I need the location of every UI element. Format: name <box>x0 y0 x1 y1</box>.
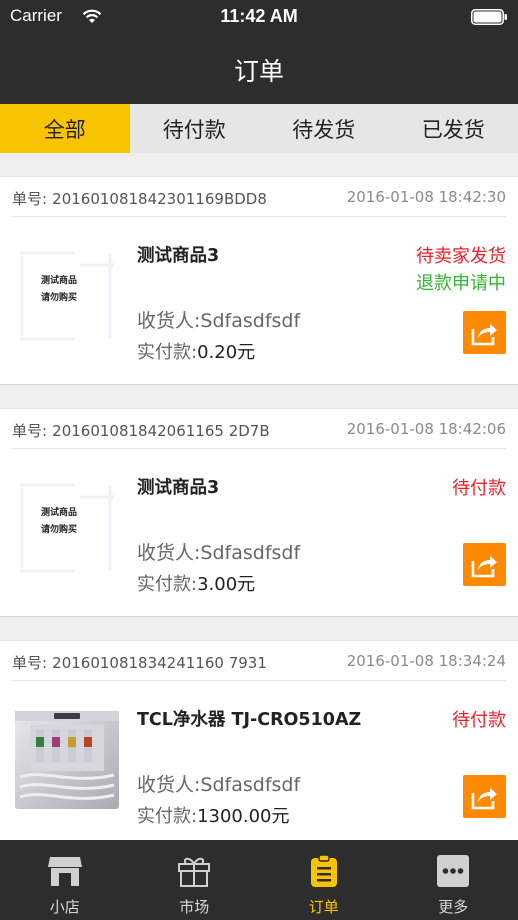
order-number-value: 201601081842061165 2D7B <box>52 422 270 440</box>
order-status: 待付款 <box>452 478 506 499</box>
thumbnail-text-line: 请勿购买 <box>40 293 77 303</box>
product-name[interactable]: TCL净水器 TJ-CRO510AZ <box>137 706 361 731</box>
order-header: 单号: 201601081842061165 2D7B 2016-01-08 1… <box>12 409 506 449</box>
tab-pending-shipment[interactable]: 待发货 <box>259 104 389 153</box>
order-status: 待卖家发货 <box>416 246 506 267</box>
paid-label: 实付款: <box>137 574 198 595</box>
receiver-name: Sdfasdfsdf <box>200 310 301 332</box>
receiver-label: 收货人: <box>137 310 201 332</box>
order-time: 2016-01-08 18:42:30 <box>346 188 506 206</box>
receiver-name: Sdfasdfsdf <box>200 542 301 564</box>
order-card[interactable]: 单号: 201601081842061165 2D7B 2016-01-08 1… <box>0 408 518 617</box>
paid-line: 实付款:3.00元 <box>137 570 255 596</box>
thumbnail-text-line: 请勿购买 <box>40 525 77 535</box>
tabbar-label: 市场 <box>179 898 210 916</box>
order-number-label: 单号: <box>12 654 48 672</box>
order-number: 单号: 201601081842061165 2D7B <box>12 420 270 441</box>
tabbar-label: 更多 <box>438 898 469 916</box>
product-name[interactable]: 测试商品3 <box>137 474 219 499</box>
app-root: Carrier 11:42 AM 订单 全部 待付款 待发货 已发货 单号: 2… <box>0 0 518 920</box>
tab-shipped[interactable]: 已发货 <box>389 104 518 153</box>
receiver-line: 收货人:Sdfasdfsdf <box>137 538 300 565</box>
order-time: 2016-01-08 18:34:24 <box>346 652 506 670</box>
receiver-name: Sdfasdfsdf <box>200 774 301 796</box>
order-header: 单号: 201601081842301169BDD8 2016-01-08 18… <box>12 177 506 217</box>
battery-icon <box>471 9 507 25</box>
product-thumbnail[interactable]: 测试商品 请勿购买 <box>14 243 120 349</box>
bottom-tab-bar: 小店 市场 订单 更多 <box>0 840 518 920</box>
more-icon <box>437 855 470 887</box>
share-button[interactable] <box>463 775 506 818</box>
tabbar-item-market[interactable]: 市场 <box>130 840 260 920</box>
product-name[interactable]: 测试商品3 <box>137 242 219 267</box>
gift-icon <box>178 857 211 887</box>
status-time: 11:42 AM <box>220 6 298 26</box>
clipboard-icon <box>310 854 337 887</box>
share-icon <box>471 555 497 577</box>
tabbar-item-store[interactable]: 小店 <box>0 840 130 920</box>
product-thumbnail[interactable]: 测试商品 请勿购买 <box>14 475 120 581</box>
order-number-value: 201601081834241160 7931 <box>52 654 267 672</box>
page-title: 订单 <box>233 57 284 86</box>
water-purifier-image <box>15 711 119 809</box>
paid-line: 实付款:0.20元 <box>137 338 255 364</box>
share-icon <box>471 787 497 809</box>
order-number: 单号: 201601081834241160 7931 <box>12 652 267 673</box>
paid-amount: 0.20元 <box>197 342 256 363</box>
receiver-label: 收货人: <box>137 774 201 796</box>
tabbar-label: 小店 <box>49 898 80 916</box>
share-button[interactable] <box>463 543 506 586</box>
thumbnail-text-line: 测试商品 <box>40 508 77 518</box>
product-thumbnail[interactable] <box>14 707 120 813</box>
order-number-label: 单号: <box>12 190 48 208</box>
header: Carrier 11:42 AM 订单 <box>0 0 518 104</box>
order-number-label: 单号: <box>12 422 48 440</box>
paid-label: 实付款: <box>137 342 198 363</box>
tabbar-item-orders[interactable]: 订单 <box>259 840 389 920</box>
order-number: 单号: 201601081842301169BDD8 <box>12 188 267 209</box>
refund-status: 退款申请中 <box>416 273 506 294</box>
order-number-value: 201601081842301169BDD8 <box>52 190 267 208</box>
share-button[interactable] <box>463 311 506 354</box>
order-header: 单号: 201601081834241160 7931 2016-01-08 1… <box>12 641 506 681</box>
paid-line: 实付款:1300.00元 <box>137 802 290 828</box>
tab-pending-payment[interactable]: 待付款 <box>130 104 260 153</box>
tab-all[interactable]: 全部 <box>0 104 130 153</box>
paid-amount: 3.00元 <box>197 574 256 595</box>
paid-amount: 1300.00元 <box>197 806 290 827</box>
status-bar: Carrier 11:42 AM <box>0 0 518 34</box>
tabbar-item-more[interactable]: 更多 <box>389 840 518 920</box>
paid-label: 实付款: <box>137 806 198 827</box>
receiver-line: 收货人:Sdfasdfsdf <box>137 306 300 333</box>
receiver-line: 收货人:Sdfasdfsdf <box>137 770 300 797</box>
order-status: 待付款 <box>452 710 506 731</box>
store-icon <box>47 857 82 886</box>
receiver-label: 收货人: <box>137 542 201 564</box>
order-filter-tabs: 全部 待付款 待发货 已发货 <box>0 104 518 153</box>
share-icon <box>471 323 497 345</box>
order-card[interactable]: 单号: 201601081842301169BDD8 2016-01-08 18… <box>0 176 518 385</box>
order-time: 2016-01-08 18:42:06 <box>346 420 506 438</box>
thumbnail-text-line: 测试商品 <box>40 276 77 286</box>
order-card[interactable]: 单号: 201601081834241160 7931 2016-01-08 1… <box>0 640 518 849</box>
tabbar-label: 订单 <box>308 898 339 916</box>
